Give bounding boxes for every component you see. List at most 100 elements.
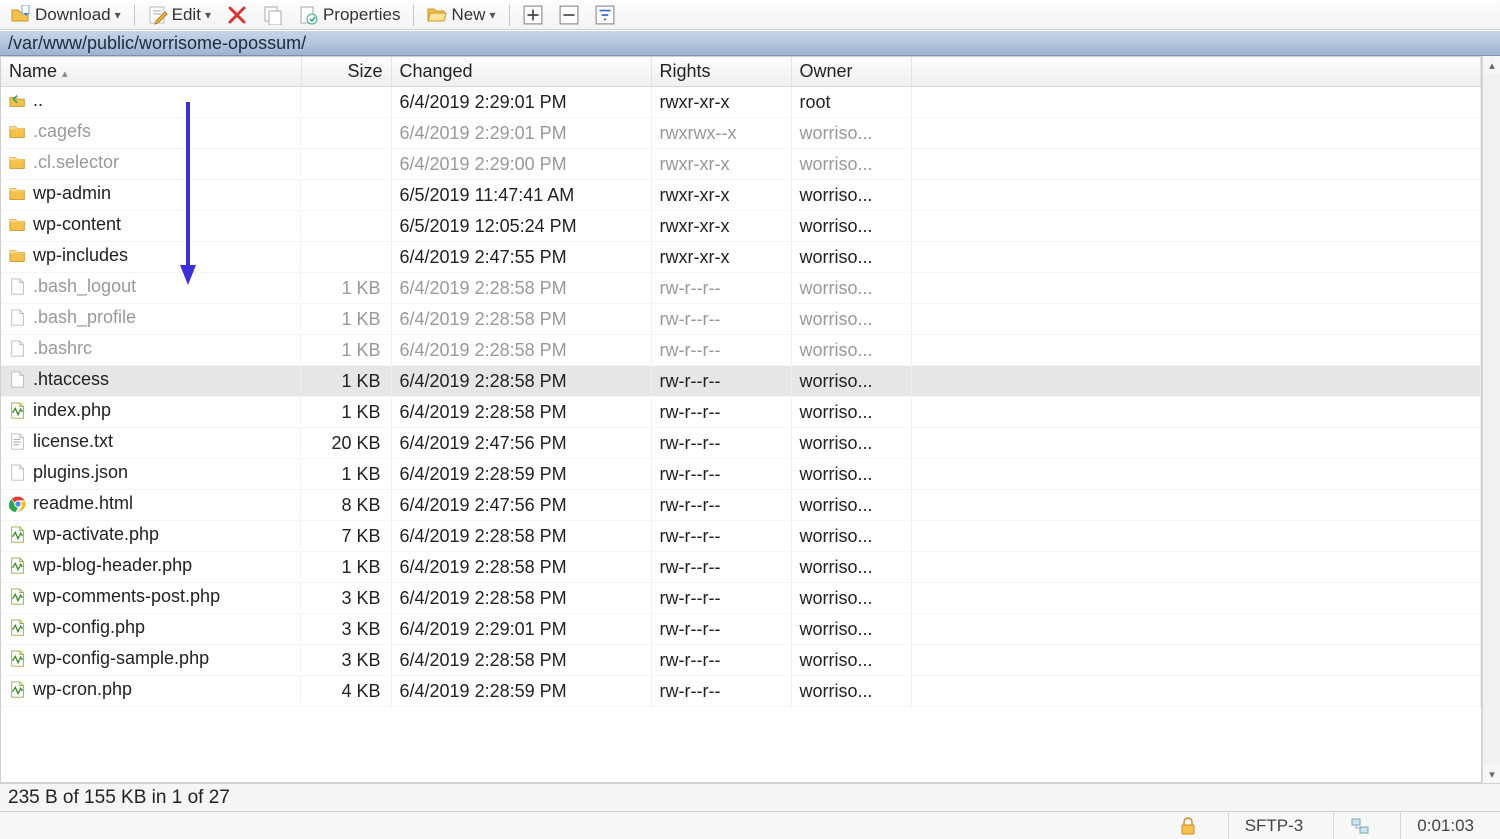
cell-name[interactable]: .. bbox=[1, 87, 301, 114]
cell-name[interactable]: wp-cron.php bbox=[1, 676, 301, 703]
separator bbox=[413, 4, 414, 26]
cell-name[interactable]: wp-blog-header.php bbox=[1, 552, 301, 579]
cell-name[interactable]: wp-config.php bbox=[1, 614, 301, 641]
cell-name[interactable]: wp-config-sample.php bbox=[1, 645, 301, 672]
table-row[interactable]: index.php1 KB6/4/2019 2:28:58 PMrw-r--r-… bbox=[1, 397, 1481, 428]
cell-rights: rwxr-xr-x bbox=[651, 180, 791, 211]
table-row[interactable]: wp-config-sample.php3 KB6/4/2019 2:28:58… bbox=[1, 645, 1481, 676]
cell-changed: 6/4/2019 2:28:58 PM bbox=[391, 335, 651, 366]
table-row[interactable]: wp-activate.php7 KB6/4/2019 2:28:58 PMrw… bbox=[1, 521, 1481, 552]
vertical-scrollbar[interactable]: ▴ ▾ bbox=[1482, 56, 1500, 783]
connection-status-bar: SFTP-3 0:01:03 bbox=[0, 811, 1500, 839]
cell-size: 1 KB bbox=[301, 397, 391, 428]
cell-changed: 6/4/2019 2:28:59 PM bbox=[391, 459, 651, 490]
table-row[interactable]: license.txt20 KB6/4/2019 2:47:56 PMrw-r-… bbox=[1, 428, 1481, 459]
table-row[interactable]: .htaccess1 KB6/4/2019 2:28:58 PMrw-r--r-… bbox=[1, 366, 1481, 397]
cell-size: 3 KB bbox=[301, 583, 391, 614]
edit-button[interactable]: Edit ▾ bbox=[141, 3, 218, 27]
php-file-icon bbox=[9, 619, 27, 637]
table-row[interactable]: .cagefs6/4/2019 2:29:01 PMrwxrwx--xworri… bbox=[1, 118, 1481, 149]
filter-button[interactable] bbox=[588, 3, 622, 27]
table-row[interactable]: plugins.json1 KB6/4/2019 2:28:59 PMrw-r-… bbox=[1, 459, 1481, 490]
cell-name[interactable]: .cagefs bbox=[1, 118, 301, 145]
cell-name[interactable]: wp-includes bbox=[1, 242, 301, 269]
cell-owner: worriso... bbox=[791, 428, 911, 459]
file-table-wrap: Name ▴ Size Changed Rights Owner ..6/4/2… bbox=[0, 56, 1482, 783]
cell-name[interactable]: plugins.json bbox=[1, 459, 301, 486]
cell-name[interactable]: wp-activate.php bbox=[1, 521, 301, 548]
cell-name[interactable]: .cl.selector bbox=[1, 149, 301, 176]
col-changed[interactable]: Changed bbox=[391, 57, 651, 87]
table-row[interactable]: wp-admin6/5/2019 11:47:41 AMrwxr-xr-xwor… bbox=[1, 180, 1481, 211]
cell-owner: worriso... bbox=[791, 645, 911, 676]
collapse-button[interactable] bbox=[552, 3, 586, 27]
delete-button[interactable] bbox=[220, 3, 254, 27]
file-name: .htaccess bbox=[33, 369, 109, 390]
filter-icon bbox=[595, 5, 615, 25]
properties-button[interactable]: Properties bbox=[292, 3, 407, 27]
cell-name[interactable]: wp-admin bbox=[1, 180, 301, 207]
copy-button[interactable] bbox=[256, 3, 290, 27]
network-indicator[interactable] bbox=[1333, 812, 1386, 839]
cell-name[interactable]: readme.html bbox=[1, 490, 301, 517]
table-row[interactable]: .bash_profile1 KB6/4/2019 2:28:58 PMrw-r… bbox=[1, 304, 1481, 335]
scroll-down-icon[interactable]: ▾ bbox=[1483, 765, 1500, 783]
cell-size: 4 KB bbox=[301, 676, 391, 707]
table-row[interactable]: wp-comments-post.php3 KB6/4/2019 2:28:58… bbox=[1, 583, 1481, 614]
cell-spacer bbox=[911, 521, 1481, 552]
download-button[interactable]: Download ▾ bbox=[4, 3, 128, 27]
col-size[interactable]: Size bbox=[301, 57, 391, 87]
folder-icon bbox=[9, 154, 27, 172]
table-header-row: Name ▴ Size Changed Rights Owner bbox=[1, 57, 1481, 87]
cell-rights: rw-r--r-- bbox=[651, 614, 791, 645]
file-name: wp-activate.php bbox=[33, 524, 159, 545]
cell-name[interactable]: license.txt bbox=[1, 428, 301, 455]
new-button[interactable]: New ▾ bbox=[420, 3, 502, 27]
cell-name[interactable]: wp-content bbox=[1, 211, 301, 238]
table-row[interactable]: wp-cron.php4 KB6/4/2019 2:28:59 PMrw-r--… bbox=[1, 676, 1481, 707]
cell-spacer bbox=[911, 273, 1481, 304]
table-row[interactable]: .cl.selector6/4/2019 2:29:00 PMrwxr-xr-x… bbox=[1, 149, 1481, 180]
cell-size: 3 KB bbox=[301, 645, 391, 676]
cell-owner: worriso... bbox=[791, 242, 911, 273]
expand-button[interactable] bbox=[516, 3, 550, 27]
php-file-icon bbox=[9, 557, 27, 575]
cell-name[interactable]: wp-comments-post.php bbox=[1, 583, 301, 610]
path-bar[interactable]: /var/www/public/worrisome-opossum/ bbox=[0, 30, 1500, 56]
file-name: .cagefs bbox=[33, 121, 91, 142]
cell-owner: worriso... bbox=[791, 614, 911, 645]
file-icon bbox=[9, 464, 27, 482]
cell-owner: worriso... bbox=[791, 149, 911, 180]
cell-name[interactable]: index.php bbox=[1, 397, 301, 424]
cell-name[interactable]: .bashrc bbox=[1, 335, 301, 362]
table-row[interactable]: .bash_logout1 KB6/4/2019 2:28:58 PMrw-r-… bbox=[1, 273, 1481, 304]
sort-asc-icon: ▴ bbox=[62, 68, 68, 80]
cell-owner: worriso... bbox=[791, 583, 911, 614]
encryption-indicator[interactable] bbox=[1162, 812, 1214, 839]
table-row[interactable]: wp-config.php3 KB6/4/2019 2:29:01 PMrw-r… bbox=[1, 614, 1481, 645]
cell-owner: worriso... bbox=[791, 118, 911, 149]
cell-name[interactable]: .htaccess bbox=[1, 366, 301, 393]
table-row[interactable]: .bashrc1 KB6/4/2019 2:28:58 PMrw-r--r--w… bbox=[1, 335, 1481, 366]
cell-size bbox=[301, 87, 391, 118]
col-rights[interactable]: Rights bbox=[651, 57, 791, 87]
table-row[interactable]: wp-includes6/4/2019 2:47:55 PMrwxr-xr-xw… bbox=[1, 242, 1481, 273]
table-row[interactable]: ..6/4/2019 2:29:01 PMrwxr-xr-xroot bbox=[1, 87, 1481, 118]
php-file-icon bbox=[9, 681, 27, 699]
file-icon bbox=[9, 371, 27, 389]
cell-name[interactable]: .bash_profile bbox=[1, 304, 301, 331]
cell-spacer bbox=[911, 397, 1481, 428]
col-spacer bbox=[911, 57, 1481, 87]
cell-spacer bbox=[911, 552, 1481, 583]
scroll-up-icon[interactable]: ▴ bbox=[1483, 56, 1500, 74]
table-row[interactable]: readme.html8 KB6/4/2019 2:47:56 PMrw-r--… bbox=[1, 490, 1481, 521]
table-row[interactable]: wp-content6/5/2019 12:05:24 PMrwxr-xr-xw… bbox=[1, 211, 1481, 242]
separator bbox=[134, 4, 135, 26]
cell-name[interactable]: .bash_logout bbox=[1, 273, 301, 300]
col-name[interactable]: Name ▴ bbox=[1, 57, 301, 87]
dropdown-caret-icon: ▾ bbox=[205, 8, 211, 22]
table-row[interactable]: wp-blog-header.php1 KB6/4/2019 2:28:58 P… bbox=[1, 552, 1481, 583]
file-icon bbox=[9, 278, 27, 296]
col-owner[interactable]: Owner bbox=[791, 57, 911, 87]
cell-size bbox=[301, 180, 391, 211]
